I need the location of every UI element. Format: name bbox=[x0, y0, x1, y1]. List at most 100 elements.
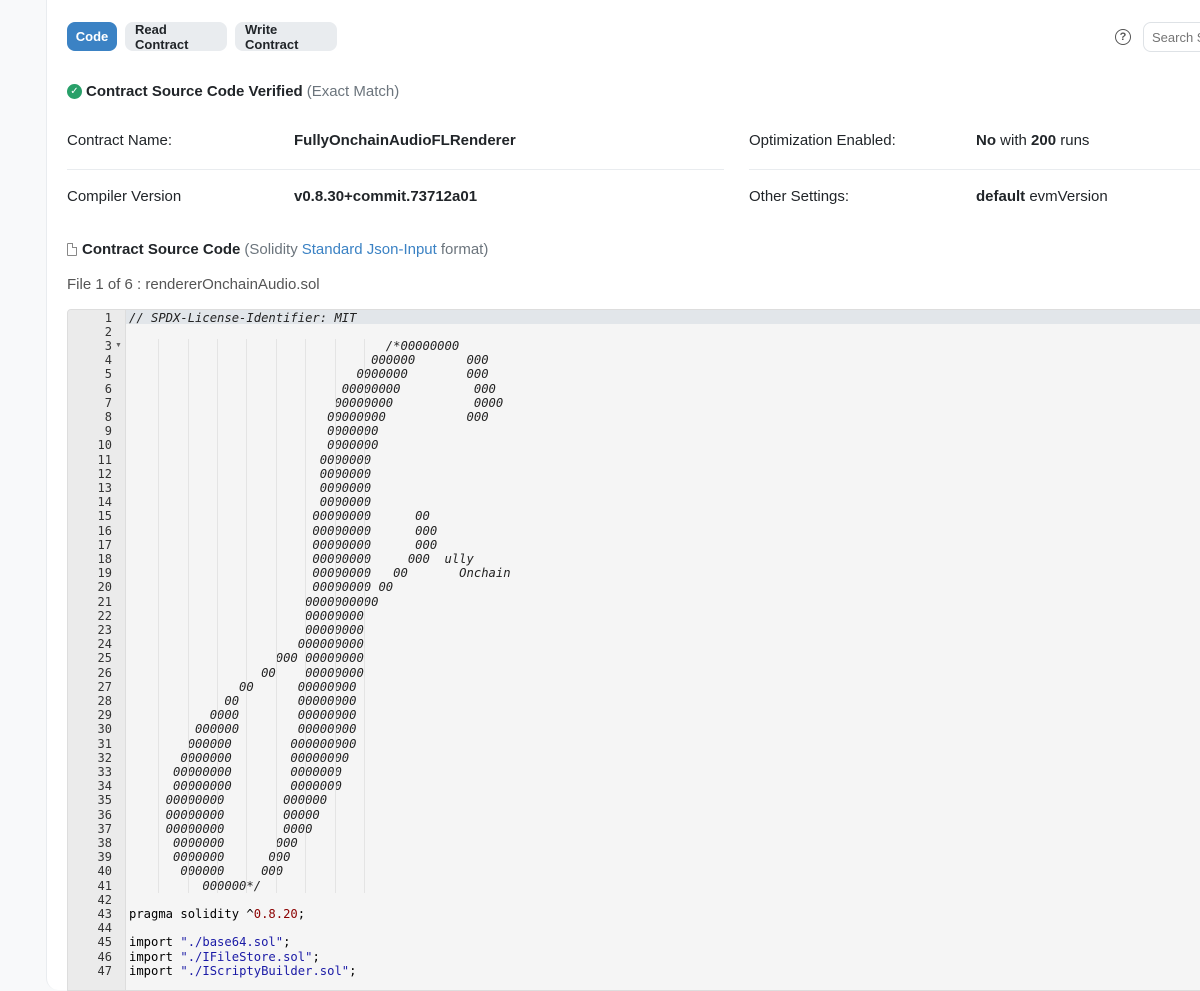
code-line: 0000000 00000000 bbox=[129, 750, 350, 765]
line-number: 21 bbox=[97, 594, 112, 609]
line-number: 40 bbox=[97, 864, 112, 879]
code-line: 0000000 000 bbox=[129, 835, 298, 850]
line-number: 27 bbox=[97, 679, 112, 694]
line-number: 11 bbox=[97, 452, 112, 467]
line-number: 12 bbox=[97, 466, 112, 481]
check-circle-icon: ✓ bbox=[67, 84, 82, 99]
tab-code[interactable]: Code bbox=[67, 22, 117, 51]
divider bbox=[67, 169, 724, 170]
indent-guide bbox=[305, 338, 306, 893]
line-number: 10 bbox=[97, 438, 112, 453]
other-settings-bold: default bbox=[976, 188, 1026, 205]
line-number: 6 bbox=[104, 381, 112, 396]
line-number: 19 bbox=[97, 566, 112, 581]
source-format-suffix: format) bbox=[440, 241, 489, 258]
code-line: 00 00000000 bbox=[129, 693, 357, 708]
indent-guide bbox=[335, 338, 336, 893]
line-number: 7 bbox=[104, 395, 112, 410]
compiler-version-value: v0.8.30+commit.73712a01 bbox=[294, 188, 478, 205]
line-number: 16 bbox=[97, 523, 112, 538]
search-input[interactable] bbox=[1143, 22, 1200, 52]
line-number: 42 bbox=[97, 892, 112, 907]
code-line: 00000000 0000000 bbox=[129, 764, 342, 779]
verification-status: ✓ Contract Source Code Verified (Exact M… bbox=[67, 83, 399, 100]
source-title: Contract Source Code bbox=[82, 241, 241, 258]
optimization-value: No with 200 runs bbox=[976, 132, 1089, 149]
optimization-enabled-value: No bbox=[976, 132, 996, 149]
indent-guide bbox=[246, 338, 247, 893]
source-format-prefix: (Solidity bbox=[244, 241, 298, 258]
code-line: 000000 00000000 bbox=[129, 722, 357, 737]
code-line: 00000000 00 Onchain bbox=[129, 566, 511, 581]
line-number: 35 bbox=[97, 793, 112, 808]
line-number: 23 bbox=[97, 622, 112, 637]
line-number: 41 bbox=[97, 878, 112, 893]
code-line: 00000000 000 ully bbox=[129, 551, 474, 566]
code-line: 00000000 000 bbox=[129, 523, 438, 538]
indent-guide bbox=[188, 338, 189, 893]
code-line: 0000 00000000 bbox=[129, 708, 357, 723]
line-number: 31 bbox=[97, 736, 112, 751]
compiler-version-label: Compiler Version bbox=[67, 188, 182, 205]
verification-title: Contract Source Code Verified bbox=[86, 83, 303, 100]
line-number: 30 bbox=[97, 722, 112, 737]
code-line: pragma solidity ^0.8.20; bbox=[129, 906, 306, 921]
contract-name-label: Contract Name: bbox=[67, 132, 173, 149]
line-number: 5 bbox=[104, 367, 112, 382]
line-number: 39 bbox=[97, 850, 112, 865]
line-number: 26 bbox=[97, 665, 112, 680]
standard-json-input-link[interactable]: Standard Json-Input bbox=[302, 241, 437, 258]
help-icon[interactable]: ? bbox=[1115, 29, 1131, 45]
code-line: 00000000 00 bbox=[129, 580, 394, 595]
line-number: 13 bbox=[97, 480, 112, 495]
code-line: /*00000000 bbox=[129, 338, 460, 353]
line-number: 34 bbox=[97, 779, 112, 794]
optimization-runs-suffix: runs bbox=[1060, 132, 1090, 149]
other-settings-rest: evmVersion bbox=[1029, 188, 1108, 205]
line-number: 29 bbox=[97, 708, 112, 723]
tab-write-contract[interactable]: Write Contract bbox=[235, 22, 337, 52]
line-number: 1 bbox=[104, 310, 112, 325]
line-number: 38 bbox=[97, 835, 112, 850]
code-line: 00000000 000 bbox=[129, 537, 438, 552]
code-line: 00000000 000 bbox=[129, 381, 496, 396]
fold-toggle-icon[interactable]: ▼ bbox=[115, 339, 122, 353]
line-number: 2 bbox=[104, 324, 112, 339]
contract-tabs: Code Read Contract Write Contract bbox=[67, 22, 337, 52]
line-number: 20 bbox=[97, 580, 112, 595]
file-code-icon bbox=[67, 243, 77, 256]
code-line: 0000000 bbox=[129, 438, 379, 453]
code-line: 000000 000000000 bbox=[129, 736, 357, 751]
line-number: 32 bbox=[97, 750, 112, 765]
code-line: 00 00000000 bbox=[129, 679, 357, 694]
line-number: 17 bbox=[97, 537, 112, 552]
code-line: 0000000 000 bbox=[129, 850, 291, 865]
code-line: 00000000 0000 bbox=[129, 821, 313, 836]
optimization-label: Optimization Enabled: bbox=[749, 132, 896, 149]
line-number: 43 bbox=[97, 906, 112, 921]
indent-guide bbox=[364, 338, 365, 893]
other-settings-label: Other Settings: bbox=[749, 188, 850, 205]
line-number: 14 bbox=[97, 495, 112, 510]
code-line: import "./base64.sol"; bbox=[129, 935, 291, 950]
tab-read-contract[interactable]: Read Contract bbox=[125, 22, 227, 52]
line-number: 44 bbox=[97, 921, 112, 936]
divider bbox=[749, 169, 1200, 170]
line-number: 24 bbox=[97, 637, 112, 652]
line-number: 37 bbox=[97, 821, 112, 836]
line-number: 45 bbox=[97, 935, 112, 950]
code-line: 00000000 000 bbox=[129, 409, 489, 424]
code-line: 00000000 00 bbox=[129, 509, 430, 524]
line-number: 25 bbox=[97, 651, 112, 666]
indent-guide bbox=[276, 338, 277, 893]
indent-guide bbox=[158, 338, 159, 893]
code-line: // SPDX-License-Identifier: MIT bbox=[129, 310, 357, 325]
line-number: 46 bbox=[97, 949, 112, 964]
line-number: 36 bbox=[97, 807, 112, 822]
contract-source-heading: Contract Source Code (Solidity Standard … bbox=[67, 241, 488, 258]
code-line: 0000000000 bbox=[129, 594, 379, 609]
code-line: 0000000 000 bbox=[129, 367, 489, 382]
code-editor[interactable]: 1 // SPDX-License-Identifier: MIT 2 3 ▼ /*00… bbox=[67, 309, 1200, 991]
optimization-with: with bbox=[1000, 132, 1027, 149]
code-line: 00000000 0000000 bbox=[129, 779, 342, 794]
